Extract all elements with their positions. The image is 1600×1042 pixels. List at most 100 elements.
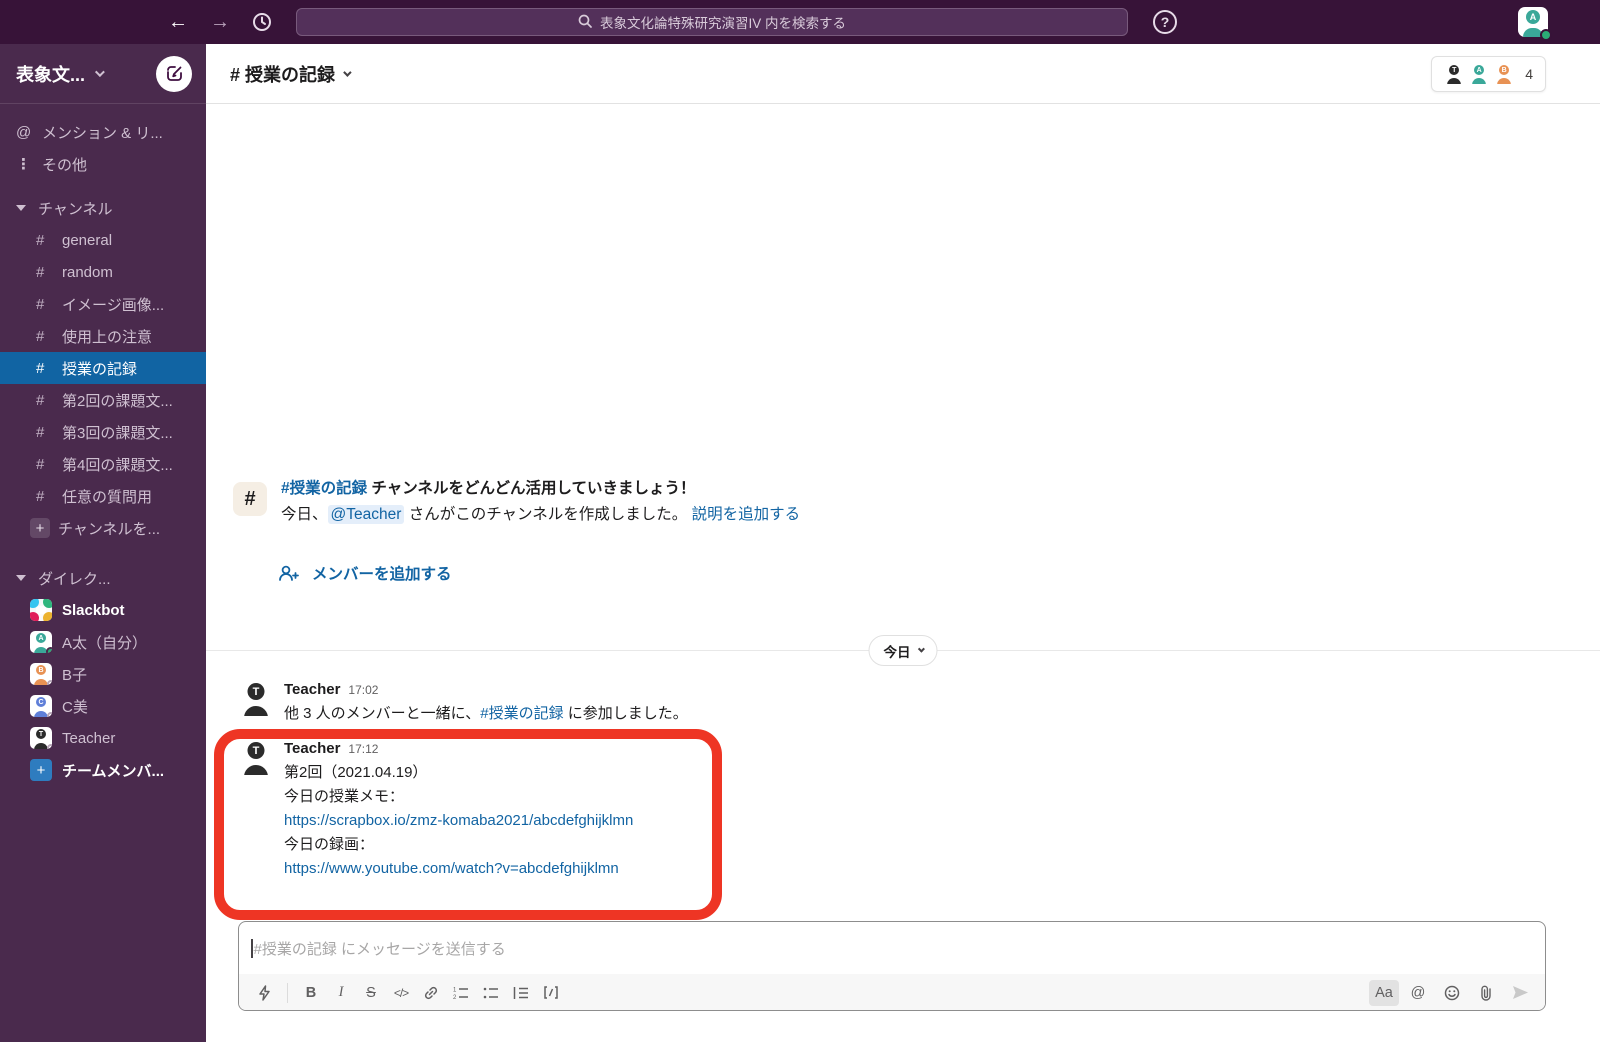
message-class-record[interactable]: T Teacher 17:12 第2回（2021.04.19） 今日の授業メモ： … <box>238 739 633 881</box>
channel-label: general <box>62 231 113 249</box>
member-avatar-letter: B <box>1499 65 1510 75</box>
sidebar-channel-general[interactable]: # general <box>0 224 206 256</box>
dm-teacher[interactable]: T Teacher <box>0 722 206 754</box>
code-button[interactable]: </> <box>386 980 416 1006</box>
help-button[interactable]: ? <box>1153 10 1177 34</box>
slackbot-avatar <box>30 599 52 621</box>
dm-slackbot[interactable]: Slackbot <box>0 594 206 626</box>
channel-label: 第3回の課題文... <box>62 424 173 442</box>
dm-c[interactable]: C C美 <box>0 690 206 722</box>
composer-placeholder: #授業の記録 にメッセージを送信する <box>253 940 506 958</box>
message-line-notes-label: 今日の授業メモ： <box>284 788 405 805</box>
mention-button[interactable]: @ <box>1403 980 1433 1006</box>
sidebar-channel-assignment-3[interactable]: # 第3回の課題文... <box>0 416 206 448</box>
add-channel-button[interactable]: + チャンネルを... <box>0 512 206 544</box>
chevron-down-icon <box>343 68 352 77</box>
invite-label: チームメンバ... <box>62 762 165 780</box>
youtube-link[interactable]: https://www.youtube.com/watch?v=abcdefgh… <box>284 860 619 877</box>
intro-created-suffix: さんがこのチャンネルを作成しました。 <box>404 506 688 523</box>
avatar-body <box>34 679 48 685</box>
format-toggle-button[interactable]: Aa <box>1369 979 1399 1006</box>
code-block-button[interactable] <box>536 980 566 1006</box>
channel-title-button[interactable]: # 授業の記録 <box>230 61 352 87</box>
add-description-link[interactable]: 説明を追加する <box>692 506 801 523</box>
user-avatar[interactable]: A <box>1518 7 1552 41</box>
day-divider-button[interactable]: 今日 <box>868 635 938 666</box>
sidebar-channel-image[interactable]: # イメージ画像... <box>0 288 206 320</box>
avatar-letter: A <box>36 633 46 643</box>
shortcuts-lightning-icon[interactable] <box>249 980 279 1006</box>
hash-icon: # <box>36 327 45 345</box>
channels-section-header[interactable]: チャンネル <box>0 192 206 224</box>
message-pane: # #授業の記録 チャンネルをどんどん活用していきましょう！ 今日、 @Teach… <box>206 104 1600 1042</box>
bold-button[interactable]: B <box>296 980 326 1006</box>
italic-button[interactable]: I <box>326 980 356 1006</box>
scrapbox-link[interactable]: https://scrapbox.io/zmz-komaba2021/abcde… <box>284 812 633 829</box>
dm-b[interactable]: B B子 <box>0 658 206 690</box>
join-text-suffix: に参加しました。 <box>563 705 688 722</box>
message-timestamp[interactable]: 17:02 <box>348 683 378 697</box>
invite-teammates-button[interactable]: + チームメンバ... <box>0 754 206 786</box>
attach-file-button[interactable] <box>1471 980 1501 1006</box>
dm-label: Slackbot <box>62 601 125 619</box>
member-count: 4 <box>1525 66 1533 82</box>
search-input[interactable]: 表象文化論特殊研究演習IV 内を検索する <box>296 8 1128 36</box>
channel-intro: # #授業の記録 チャンネルをどんどん活用していきましょう！ 今日、 @Teach… <box>233 476 800 528</box>
sidebar-channel-usage-notes[interactable]: # 使用上の注意 <box>0 320 206 352</box>
sidebar-item-mentions[interactable]: @ メンション & リ... <box>0 116 206 148</box>
teacher-avatar[interactable]: T <box>238 739 274 775</box>
channel-label: 任意の質問用 <box>62 488 153 506</box>
hash-icon: # <box>36 263 45 281</box>
avatar-body <box>34 743 48 749</box>
message-line-session: 第2回（2021.04.19） <box>284 764 428 781</box>
dm-section-header[interactable]: ダイレク... <box>0 562 206 594</box>
message-timestamp[interactable]: 17:12 <box>348 742 378 756</box>
blockquote-button[interactable] <box>506 980 536 1006</box>
history-clock-icon[interactable] <box>252 12 272 32</box>
avatar-letter: T <box>247 683 265 700</box>
workspace-switcher[interactable]: 表象文... <box>0 44 206 104</box>
message-input[interactable]: #授業の記録 にメッセージを送信する <box>239 922 1545 974</box>
channels-header-label: チャンネル <box>38 200 113 218</box>
hash-icon: # <box>36 231 45 249</box>
svg-text:1: 1 <box>453 987 457 993</box>
channel-members-button[interactable]: T A B 4 <box>1431 56 1546 92</box>
sidebar-channel-random[interactable]: # random <box>0 256 206 288</box>
ordered-list-button[interactable]: 12 <box>446 980 476 1006</box>
sidebar-channel-assignment-4[interactable]: # 第4回の課題文... <box>0 448 206 480</box>
channel-link[interactable]: #授業の記録 <box>480 705 563 722</box>
add-members-button[interactable]: メンバーを追加する <box>278 562 452 584</box>
teacher-mention-chip[interactable]: @Teacher <box>327 505 405 524</box>
message-author[interactable]: Teacher <box>284 740 340 757</box>
day-divider: 今日 <box>206 635 1600 667</box>
compose-button[interactable] <box>156 55 192 92</box>
dm-a-self[interactable]: A A太（自分） <box>0 626 206 658</box>
message-author[interactable]: Teacher <box>284 681 340 698</box>
strikethrough-button[interactable]: S <box>356 980 386 1006</box>
member-avatar-letter: A <box>1474 65 1485 75</box>
history-forward-icon[interactable]: → <box>210 12 230 32</box>
hash-icon: # <box>36 455 45 473</box>
link-button[interactable] <box>416 980 446 1006</box>
teacher-avatar[interactable]: T <box>238 680 274 716</box>
bullet-list-button[interactable] <box>476 980 506 1006</box>
join-text-prefix: 他 3 人のメンバーと一緒に、 <box>284 705 481 722</box>
hash-icon: # <box>36 423 45 441</box>
plus-icon: + <box>30 759 52 781</box>
dm-label: Teacher <box>62 729 116 747</box>
sidebar-item-more[interactable]: ⋮ その他 <box>0 148 206 180</box>
hash-icon: # <box>36 391 45 409</box>
compose-pencil-icon <box>166 66 182 81</box>
channel-label: 使用上の注意 <box>62 328 153 346</box>
emoji-button[interactable] <box>1437 980 1467 1006</box>
message-composer: #授業の記録 にメッセージを送信する B I S </> 12 Aa @ <box>238 921 1546 1011</box>
history-back-icon[interactable]: ← <box>168 12 188 32</box>
sidebar-channel-assignment-2[interactable]: # 第2回の課題文... <box>0 384 206 416</box>
sidebar: 表象文... @ メンション & リ... ⋮ その他 チャンネル # gener… <box>0 44 206 1042</box>
send-button[interactable] <box>1505 980 1535 1006</box>
sidebar-channel-questions[interactable]: # 任意の質問用 <box>0 480 206 512</box>
sidebar-channel-class-records-selected[interactable]: # 授業の記録 <box>0 352 206 384</box>
intro-channel-link[interactable]: #授業の記録 <box>281 480 367 497</box>
caret-down-icon <box>16 575 26 581</box>
message-join[interactable]: T Teacher 17:02 他 3 人のメンバーと一緒に、#授業の記録 に参加… <box>238 680 688 726</box>
